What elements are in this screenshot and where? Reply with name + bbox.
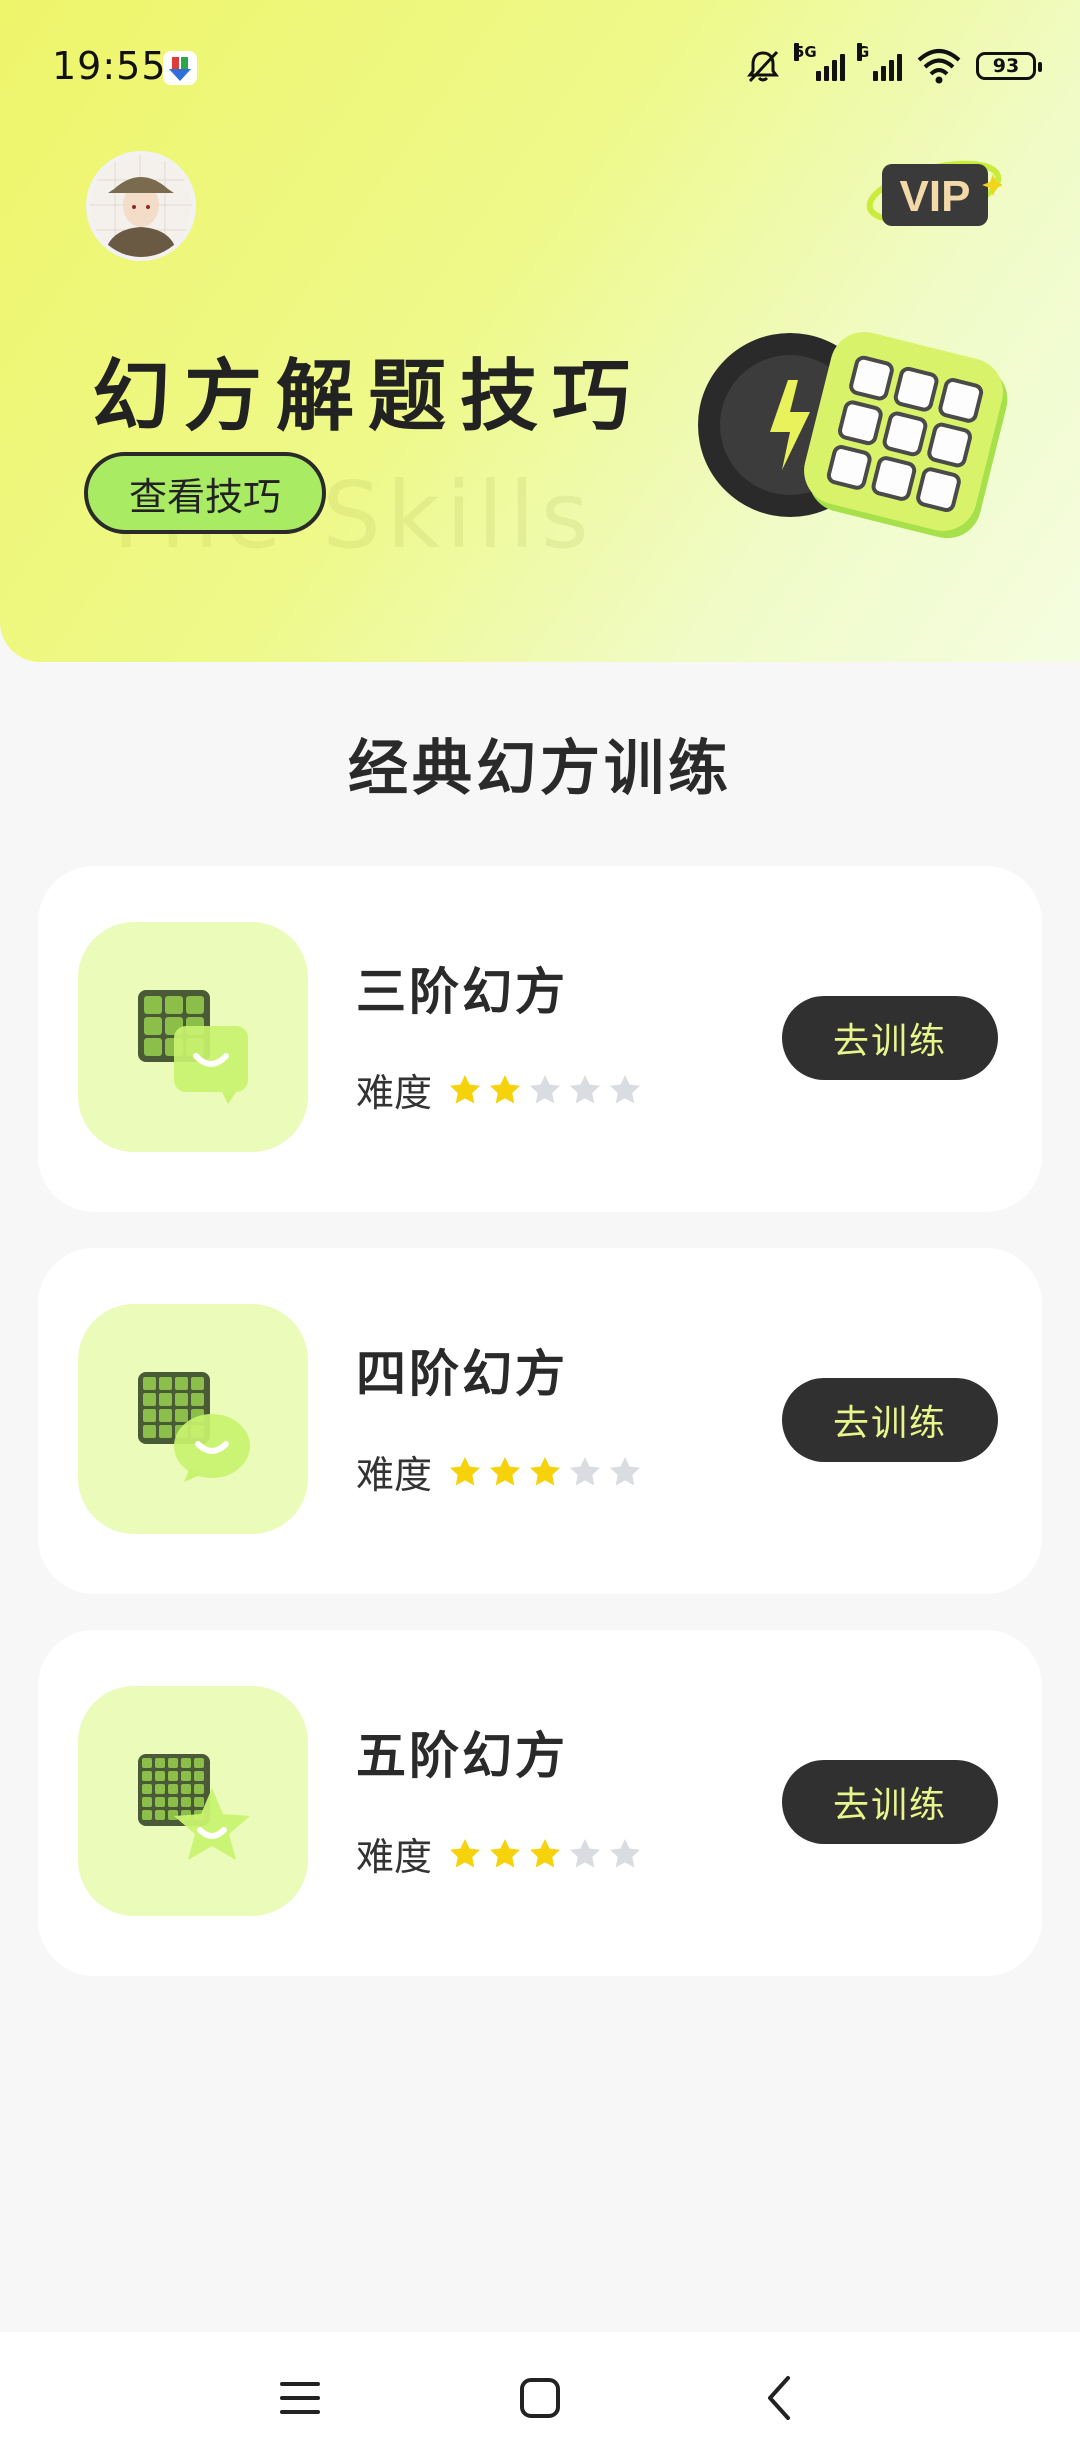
star-empty-icon bbox=[570, 1074, 601, 1103]
star-empty-icon bbox=[570, 1838, 601, 1867]
star-empty-icon bbox=[570, 1456, 601, 1485]
star-filled-icon bbox=[450, 1074, 481, 1103]
signal-g-icon: G bbox=[857, 43, 902, 81]
wifi-icon bbox=[917, 49, 961, 84]
difficulty-label: 难度 bbox=[356, 1071, 433, 1115]
star-rating bbox=[448, 1837, 642, 1871]
level-name: 五阶幻方 bbox=[356, 1727, 568, 1785]
back-icon[interactable] bbox=[752, 2370, 808, 2426]
star-empty-icon bbox=[610, 1456, 641, 1485]
star-filled-icon bbox=[490, 1838, 521, 1867]
header-banner: The Skills 19:55 5G G 93 VIP 幻方解题技巧 查看技巧 bbox=[0, 0, 1080, 662]
svg-text:VIP: VIP bbox=[900, 172, 971, 221]
go-train-button[interactable]: 去训练 bbox=[782, 996, 998, 1080]
difficulty-label: 难度 bbox=[356, 1453, 433, 1497]
star-filled-icon bbox=[450, 1456, 481, 1485]
grid-4x4-icon bbox=[78, 1304, 308, 1534]
star-rating bbox=[448, 1073, 642, 1107]
star-filled-icon bbox=[450, 1838, 481, 1867]
system-nav-bar bbox=[0, 2332, 1080, 2460]
star-filled-icon bbox=[530, 1838, 561, 1867]
star-empty-icon bbox=[530, 1074, 561, 1103]
star-filled-icon bbox=[490, 1074, 521, 1103]
grid-5x5-icon bbox=[78, 1686, 308, 1916]
section-title: 经典幻方训练 bbox=[348, 734, 732, 804]
go-train-button[interactable]: 去训练 bbox=[782, 1760, 998, 1844]
battery-icon: 93 bbox=[976, 52, 1042, 80]
status-bar: 19:55 5G G 93 bbox=[0, 0, 1080, 130]
level-card-3[interactable]: 三阶幻方 难度 去训练 bbox=[38, 866, 1042, 1212]
go-train-button[interactable]: 去训练 bbox=[782, 1378, 998, 1462]
status-icons: 5G G 93 bbox=[744, 43, 1042, 88]
view-tips-button[interactable]: 查看技巧 bbox=[84, 452, 326, 534]
vip-badge[interactable]: VIP bbox=[862, 148, 1004, 238]
home-icon[interactable] bbox=[512, 2370, 568, 2426]
app-notification-icon bbox=[163, 51, 197, 85]
star-empty-icon bbox=[610, 1074, 641, 1103]
star-filled-icon bbox=[530, 1456, 561, 1485]
user-avatar[interactable] bbox=[86, 151, 196, 261]
level-name: 四阶幻方 bbox=[356, 1345, 568, 1403]
level-card-4[interactable]: 四阶幻方 难度 去训练 bbox=[38, 1248, 1042, 1594]
menu-icon[interactable] bbox=[272, 2370, 328, 2426]
difficulty-rating: 难度 bbox=[356, 1444, 642, 1499]
status-time: 19:55 bbox=[52, 44, 167, 88]
level-name: 三阶幻方 bbox=[356, 963, 568, 1021]
difficulty-rating: 难度 bbox=[356, 1826, 642, 1881]
level-card-5[interactable]: 五阶幻方 难度 去训练 bbox=[38, 1630, 1042, 1976]
grid-3x3-icon bbox=[78, 922, 308, 1152]
difficulty-rating: 难度 bbox=[356, 1062, 642, 1117]
signal-5g-icon: 5G bbox=[794, 43, 845, 81]
star-empty-icon bbox=[610, 1838, 641, 1867]
difficulty-label: 难度 bbox=[356, 1835, 433, 1879]
mute-bell-icon bbox=[747, 50, 779, 83]
page-title: 幻方解题技巧 bbox=[92, 352, 645, 442]
magic-square-illustration bbox=[690, 320, 1020, 570]
star-filled-icon bbox=[490, 1456, 521, 1485]
star-rating bbox=[448, 1455, 642, 1489]
